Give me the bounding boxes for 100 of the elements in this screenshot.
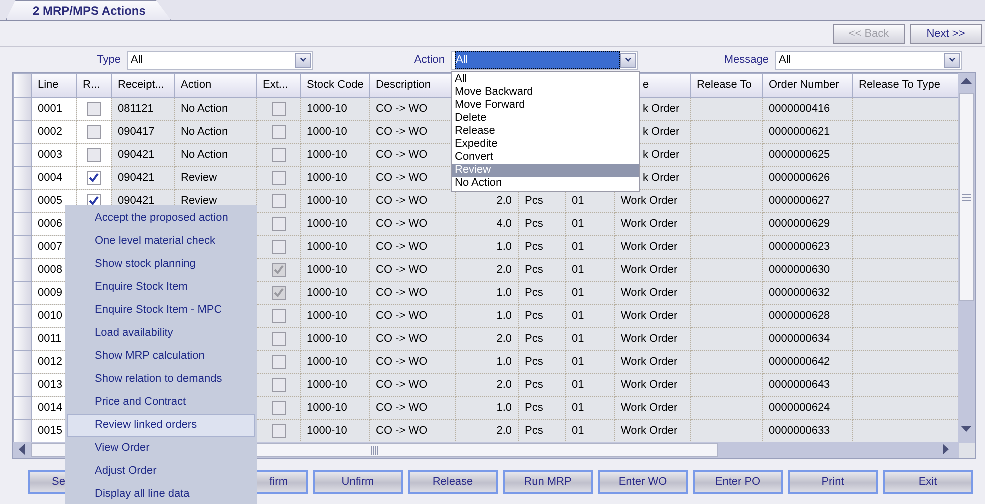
column-header[interactable]: Release To Type — [852, 74, 960, 98]
table-cell: 0002 — [32, 120, 76, 144]
column-header[interactable]: R... — [76, 74, 112, 98]
table-cell: CO -> WO — [370, 258, 456, 282]
checkbox[interactable] — [272, 148, 286, 162]
checkbox[interactable] — [272, 240, 286, 254]
column-header[interactable]: Line — [32, 74, 76, 98]
column-header[interactable]: Stock Code — [300, 74, 370, 98]
table-cell: 2.0 — [456, 328, 518, 350]
checkbox[interactable] — [272, 171, 286, 185]
scroll-up-icon — [961, 78, 972, 84]
action-button[interactable]: Enter PO — [693, 470, 783, 494]
checkbox[interactable] — [272, 102, 286, 116]
column-header[interactable]: Order Number — [762, 74, 852, 98]
table-cell: CO -> WO — [370, 350, 456, 374]
action-button[interactable]: Release — [408, 470, 498, 494]
action-button[interactable]: Exit — [883, 470, 973, 494]
table-cell: 01 — [566, 396, 614, 420]
table-cell: CO -> WO — [370, 328, 456, 350]
table-cell: 2.0 — [456, 258, 518, 282]
table-cell: 0000000626 — [762, 166, 852, 190]
table-cell: Work Order — [614, 190, 690, 212]
action-button[interactable]: Enter WO — [598, 470, 688, 494]
checkbox[interactable] — [272, 125, 286, 139]
table-cell: Pcs — [518, 258, 566, 282]
table-cell: 1000-10 — [300, 374, 370, 396]
table-cell: CO -> WO — [370, 374, 456, 396]
checkbox[interactable] — [87, 148, 101, 162]
row-header[interactable] — [14, 212, 32, 236]
row-header[interactable] — [14, 328, 32, 350]
next-button[interactable]: Next >> — [910, 24, 982, 44]
table-cell: Work Order — [614, 212, 690, 236]
menu-item[interactable]: Review linked orders — [67, 414, 255, 437]
table-cell: 0000000643 — [762, 374, 852, 396]
row-header[interactable] — [14, 304, 32, 328]
row-header[interactable] — [14, 190, 32, 212]
table-cell: 0004 — [32, 166, 76, 190]
checkbox[interactable] — [272, 332, 286, 346]
checkbox[interactable] — [272, 194, 286, 208]
table-cell: Work Order — [614, 282, 690, 304]
table-cell: 0000000630 — [762, 258, 852, 282]
table-cell: 1000-10 — [300, 236, 370, 258]
table-cell: 1.0 — [456, 236, 518, 258]
action-button[interactable]: Run MRP — [503, 470, 593, 494]
scrollbar-thumb[interactable] — [959, 93, 974, 301]
grip-icon — [962, 194, 971, 200]
checkbox[interactable] — [272, 309, 286, 323]
row-header[interactable] — [14, 420, 32, 442]
column-header[interactable]: Receipt... — [112, 74, 174, 98]
column-header[interactable]: Action — [174, 74, 256, 98]
row-header[interactable] — [14, 166, 32, 190]
table-cell: 1000-10 — [300, 396, 370, 420]
row-header[interactable] — [14, 396, 32, 420]
action-button[interactable]: Print — [788, 470, 878, 494]
checkbox[interactable] — [272, 355, 286, 369]
row-header[interactable] — [14, 144, 32, 166]
checkbox[interactable] — [272, 378, 286, 392]
dropdown-field[interactable]: All — [451, 50, 638, 70]
table-cell: 090417 — [112, 120, 174, 144]
table-cell: Pcs — [518, 282, 566, 304]
dropdown-field[interactable]: All — [127, 50, 313, 70]
table-cell: 1.0 — [456, 304, 518, 328]
table-cell: 0000000633 — [762, 420, 852, 442]
table-cell: Pcs — [518, 396, 566, 420]
table-cell: 0000000416 — [762, 98, 852, 120]
row-header[interactable] — [14, 98, 32, 120]
row-header[interactable] — [14, 120, 32, 144]
table-cell: Pcs — [518, 304, 566, 328]
table-cell: CO -> WO — [370, 420, 456, 442]
row-header[interactable] — [14, 258, 32, 282]
row-header[interactable] — [14, 374, 32, 396]
table-cell: 1000-10 — [300, 258, 370, 282]
column-header[interactable]: Release To — [690, 74, 762, 98]
table-cell: CO -> WO — [370, 396, 456, 420]
table-cell: 2.0 — [456, 420, 518, 442]
table-cell: 1000-10 — [300, 144, 370, 166]
table-cell: CO -> WO — [370, 212, 456, 236]
table-cell: Pcs — [518, 350, 566, 374]
action-button[interactable]: Unfirm — [313, 470, 403, 494]
row-header[interactable] — [14, 236, 32, 258]
chevron-down-icon — [948, 58, 956, 62]
dropdown-field[interactable]: All — [775, 50, 962, 70]
table-cell: 0000000632 — [762, 282, 852, 304]
checkbox[interactable] — [87, 125, 101, 139]
table-cell: Work Order — [614, 328, 690, 350]
table-cell: No Action — [174, 120, 256, 144]
table-cell: 0000000634 — [762, 328, 852, 350]
checkbox[interactable] — [272, 424, 286, 438]
checkbox[interactable] — [272, 217, 286, 231]
row-header[interactable] — [14, 350, 32, 374]
checkbox[interactable] — [87, 102, 101, 116]
table-cell: Work Order — [614, 396, 690, 420]
table-cell: 1000-10 — [300, 212, 370, 236]
tab[interactable]: 2 MRP/MPS Actions — [6, 0, 171, 20]
scroll-right-icon — [943, 444, 949, 455]
table-cell: 0001 — [32, 98, 76, 120]
table-cell: 0000000624 — [762, 396, 852, 420]
row-header[interactable] — [14, 282, 32, 304]
table-cell: 1000-10 — [300, 420, 370, 442]
checkbox[interactable] — [272, 401, 286, 415]
